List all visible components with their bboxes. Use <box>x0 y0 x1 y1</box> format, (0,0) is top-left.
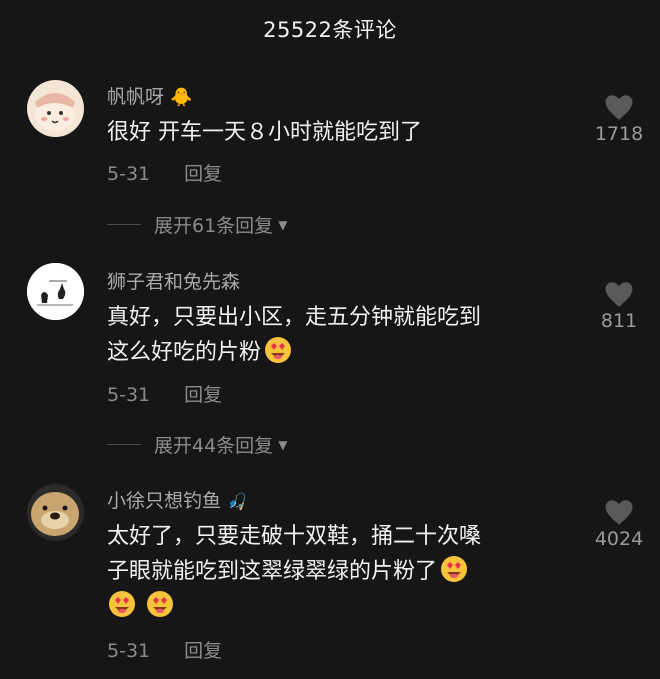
avatar[interactable] <box>27 263 84 320</box>
heart-icon <box>605 95 633 120</box>
like-count: 4024 <box>594 528 644 550</box>
comment-count-title: 25522条评论 <box>263 18 397 42</box>
comment-date: 5-31 <box>107 384 151 406</box>
comment-text: 太好了，只要走破十双鞋，捅二十次嗓 子眼就能吃到这翠绿翠绿的片粉了 <box>107 519 562 624</box>
avatar[interactable] <box>27 484 84 541</box>
heart-icon <box>605 282 633 307</box>
heart-eyes-emoji-icon <box>145 589 175 619</box>
comment-date: 5-31 <box>107 640 151 662</box>
like-button[interactable]: 811 <box>592 281 646 332</box>
reply-button[interactable]: 回复 <box>184 384 222 406</box>
comment-text: 很好 开车一天８小时就能吃到了 <box>107 120 422 145</box>
comment-username[interactable]: 狮子君和兔先森 <box>107 267 240 294</box>
caret-down-icon: ▼ <box>278 437 288 452</box>
comment-username[interactable]: 帆帆呀 🐥 <box>107 82 192 109</box>
heart-icon <box>605 500 633 525</box>
like-button[interactable]: 4024 <box>592 499 646 550</box>
comment-text: 真好，只要出小区，走五分钟就能吃到 这么好吃的片粉 <box>107 305 482 365</box>
like-count: 811 <box>600 310 638 332</box>
reply-button[interactable]: 回复 <box>184 163 222 185</box>
reply-button[interactable]: 回复 <box>184 640 222 662</box>
expand-replies-button[interactable]: 展开61条回复 ▼ <box>107 211 287 238</box>
chick-icon: 🐥 <box>170 87 193 108</box>
heart-eyes-emoji-icon <box>263 335 293 365</box>
fishing-icon: 🎣 <box>227 492 247 511</box>
like-button[interactable]: 1718 <box>592 94 646 145</box>
heart-eyes-emoji-icon <box>107 589 137 619</box>
heart-eyes-emoji-icon <box>439 554 469 584</box>
like-count: 1718 <box>594 123 644 145</box>
caret-down-icon: ▼ <box>278 217 288 232</box>
comment-username[interactable]: 小徐只想钓鱼 🎣 <box>107 486 247 513</box>
comment-date: 5-31 <box>107 163 151 185</box>
avatar[interactable] <box>27 80 84 137</box>
comment-meta: 5-31 回复 <box>107 380 222 407</box>
comment-meta: 5-31 回复 <box>107 636 222 663</box>
expand-replies-button[interactable]: 展开44条回复 ▼ <box>107 431 287 458</box>
comment-meta: 5-31 回复 <box>107 159 222 186</box>
